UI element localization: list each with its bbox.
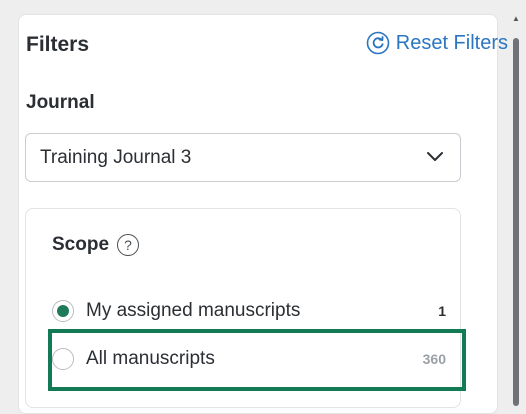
reset-icon bbox=[366, 31, 390, 55]
chevron-down-icon bbox=[426, 147, 444, 169]
reset-filters-button[interactable]: Reset Filters bbox=[366, 31, 508, 55]
help-icon[interactable]: ? bbox=[117, 234, 140, 256]
radio-checked-icon[interactable] bbox=[52, 300, 74, 322]
highlight-box bbox=[48, 329, 466, 391]
scrollbar-thumb[interactable] bbox=[513, 38, 519, 406]
scope-heading: Scope ? bbox=[52, 234, 140, 256]
option-label: My assigned manuscripts bbox=[86, 300, 301, 321]
option-count: 1 bbox=[438, 303, 446, 319]
journal-label: Journal bbox=[26, 92, 95, 113]
scope-title: Scope bbox=[52, 234, 110, 255]
filters-title: Filters bbox=[26, 33, 90, 56]
reset-filters-label: Reset Filters bbox=[395, 31, 508, 54]
journal-selected-value: Training Journal 3 bbox=[40, 146, 192, 168]
scroll-up-icon[interactable]: ▲ bbox=[512, 14, 520, 24]
scope-option-my-assigned[interactable]: My assigned manuscripts 1 bbox=[52, 296, 446, 326]
journal-select[interactable]: Training Journal 3 bbox=[25, 133, 461, 182]
